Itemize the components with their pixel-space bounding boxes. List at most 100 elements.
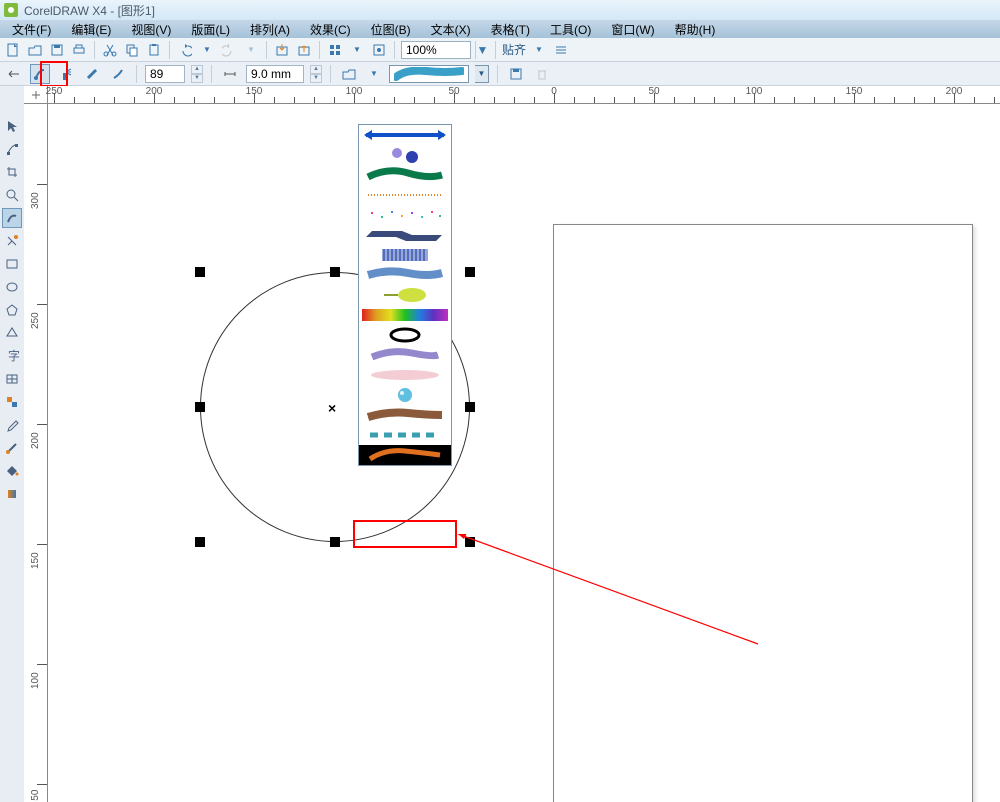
options-icon[interactable] [552,41,570,59]
stroke-option-purple[interactable] [359,345,451,365]
paste-icon[interactable] [145,41,163,59]
text-tool-icon[interactable]: 字 [2,346,22,366]
preset-mode-icon[interactable] [4,64,24,84]
handle-n[interactable] [330,267,340,277]
stroke-option-bluespray[interactable] [359,265,451,285]
smart-fill-tool-icon[interactable] [2,231,22,251]
open-icon[interactable] [26,41,44,59]
smoothing-spinner[interactable]: ▲▼ [191,65,203,83]
menu-view[interactable]: 视图(V) [121,20,181,39]
stroke-option-rainbow[interactable] [359,305,451,325]
snap-label[interactable]: 贴齐 [502,41,526,58]
stroke-option-3dband[interactable] [359,225,451,245]
handle-sw[interactable] [195,537,205,547]
width-spinner[interactable]: ▲▼ [310,65,322,83]
sprayer-mode-icon[interactable] [56,64,76,84]
stroke-option-green[interactable] [359,165,451,185]
basic-shapes-tool-icon[interactable] [2,323,22,343]
handle-se[interactable] [465,537,475,547]
undo-icon[interactable] [176,41,194,59]
stroke-option-arrow[interactable] [359,125,451,145]
freehand-tool-icon[interactable] [2,208,22,228]
ellipse-tool-icon[interactable] [2,277,22,297]
browse-icon[interactable] [339,64,359,84]
redo-icon[interactable] [220,41,238,59]
interactive-tool-icon[interactable] [2,392,22,412]
snap-dropdown-icon[interactable]: ▼ [530,41,548,59]
canvas-area: 25020015010050050100150200 3002502001501… [24,86,1000,802]
save-icon[interactable] [48,41,66,59]
divider [169,41,170,59]
pick-tool-icon[interactable] [2,116,22,136]
handle-nw[interactable] [195,267,205,277]
browse-dropdown-icon[interactable]: ▼ [365,65,383,83]
menu-arrange[interactable]: 排列(A) [240,20,300,39]
import-icon[interactable] [273,41,291,59]
new-icon[interactable] [4,41,22,59]
menu-text[interactable]: 文本(X) [421,20,481,39]
undo-dropdown-icon[interactable]: ▼ [198,41,216,59]
handle-ne[interactable] [465,267,475,277]
table-tool-icon[interactable] [2,369,22,389]
outline-tool-icon[interactable] [2,438,22,458]
stroke-option-brown[interactable] [359,405,451,425]
divider [211,65,212,83]
zoom-tool-icon[interactable] [2,185,22,205]
stroke-option-bulb[interactable] [359,285,451,305]
fill-tool-icon[interactable] [2,461,22,481]
stroke-option-teal[interactable] [359,425,451,445]
menu-bitmap[interactable]: 位图(B) [361,20,421,39]
export-icon[interactable] [295,41,313,59]
cut-icon[interactable] [101,41,119,59]
zoom-dropdown-icon[interactable]: ▼ [475,41,489,59]
ruler-horizontal[interactable]: 25020015010050050100150200 [48,86,1000,104]
stroke-option-orange[interactable] [359,185,451,205]
print-icon[interactable] [70,41,88,59]
menu-help[interactable]: 帮助(H) [665,20,726,39]
stroke-style-dropdown-icon[interactable]: ▼ [475,65,489,83]
menu-table[interactable]: 表格(T) [481,20,540,39]
menu-window[interactable]: 窗口(W) [601,20,664,39]
canvas[interactable]: × [48,104,1000,802]
menu-layout[interactable]: 版面(L) [181,20,240,39]
welcome-icon[interactable] [370,41,388,59]
stroke-option-hatch[interactable] [359,245,451,265]
freehand-smoothing-input[interactable]: 89 [145,65,185,83]
pressure-mode-icon[interactable] [108,64,128,84]
delete-stroke-icon[interactable] [532,64,552,84]
menu-file[interactable]: 文件(F) [2,20,61,39]
ruler-origin-icon[interactable] [24,86,48,104]
menu-edit[interactable]: 编辑(E) [61,20,121,39]
zoom-level-input[interactable]: 100% [401,41,471,59]
stroke-width-input[interactable]: 9.0 mm [246,65,304,83]
copy-icon[interactable] [123,41,141,59]
polygon-tool-icon[interactable] [2,300,22,320]
brush-mode-icon[interactable] [30,64,50,84]
menubar: 文件(F) 编辑(E) 视图(V) 版面(L) 排列(A) 效果(C) 位图(B… [0,20,1000,38]
app-launcher-icon[interactable] [326,41,344,59]
stroke-option-bluelens[interactable] [359,385,451,405]
redo-dropdown-icon[interactable]: ▼ [242,41,260,59]
handle-w[interactable] [195,402,205,412]
shape-tool-icon[interactable] [2,139,22,159]
ruler-vertical[interactable]: 30025020015010050 [24,104,48,802]
stroke-option-fire[interactable] [359,445,451,465]
handle-s[interactable] [330,537,340,547]
rectangle-tool-icon[interactable] [2,254,22,274]
save-stroke-icon[interactable] [506,64,526,84]
menu-tools[interactable]: 工具(O) [540,20,601,39]
stroke-option-confetti[interactable] [359,205,451,225]
app-launcher-dropdown-icon[interactable]: ▼ [348,41,366,59]
menu-effects[interactable]: 效果(C) [300,20,361,39]
divider [266,41,267,59]
interactive-fill-tool-icon[interactable] [2,484,22,504]
stroke-option-ring[interactable] [359,325,451,345]
divider [495,41,496,59]
stroke-option-spheres[interactable] [359,145,451,165]
eyedropper-tool-icon[interactable] [2,415,22,435]
calligraphic-mode-icon[interactable] [82,64,102,84]
crop-tool-icon[interactable] [2,162,22,182]
stroke-option-pink[interactable] [359,365,451,385]
stroke-style-preview[interactable] [389,65,469,83]
handle-e[interactable] [465,402,475,412]
